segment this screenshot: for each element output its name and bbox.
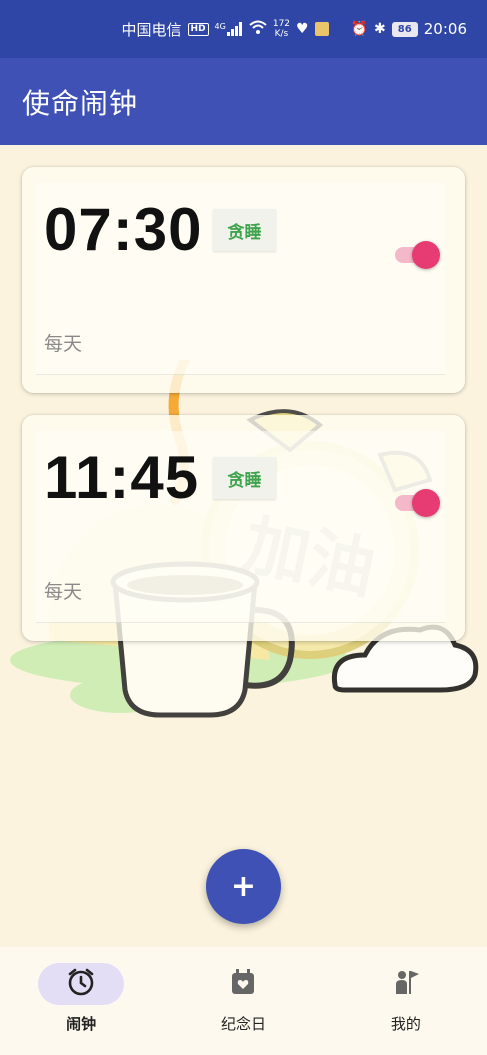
snooze-badge[interactable]: 贪睡	[213, 457, 276, 499]
alarm-repeat: 每天	[44, 581, 83, 603]
carrier-label: 中国电信	[121, 20, 182, 39]
page-title: 使命闹钟	[22, 86, 139, 120]
alarm-repeat: 每天	[44, 333, 83, 355]
network-speed: 172 K/s	[273, 19, 290, 39]
bottom-navigation: 闹钟 纪念日 我的	[0, 947, 487, 1055]
wifi-icon	[249, 20, 267, 38]
app-bar: 使命闹钟	[0, 58, 487, 145]
nav-item-anniversary[interactable]: 纪念日	[162, 947, 324, 1055]
nav-active-indicator	[38, 963, 125, 1005]
alarm-toggle[interactable]	[395, 240, 440, 270]
nav-item-alarm[interactable]: 闹钟	[0, 947, 162, 1055]
signal-icon: 4G	[215, 22, 243, 36]
app-notification-icon	[314, 22, 329, 36]
network-type: 4G	[214, 22, 226, 31]
status-bar: 中国电信 HD 4G 172 K/s ♥ ⏰ ✱ 86 20:06	[0, 0, 487, 58]
nav-label: 纪念日	[220, 1015, 266, 1033]
heart-check-icon: ♥	[296, 21, 309, 37]
nav-item-mine[interactable]: 我的	[325, 947, 487, 1055]
nav-label: 我的	[390, 1015, 421, 1033]
alarm-card[interactable]: 07:30 贪睡 每天	[22, 167, 465, 393]
toggle-thumb	[412, 489, 440, 517]
alarm-time: 07:30	[44, 196, 203, 263]
plus-icon: +	[230, 869, 257, 904]
speed-value: 172	[272, 19, 291, 29]
alarm-status-icon: ⏰	[350, 21, 369, 37]
alarm-time: 11:45	[44, 444, 200, 511]
clock: 20:06	[423, 20, 467, 38]
person-flag-icon	[392, 968, 420, 1000]
alarm-toggle[interactable]	[395, 488, 440, 518]
toggle-thumb	[412, 241, 440, 269]
nav-label: 闹钟	[66, 1015, 97, 1033]
alarm-card[interactable]: 11:45 贪睡 每天	[22, 415, 465, 641]
add-alarm-button[interactable]: +	[206, 849, 281, 924]
hd-badge: HD	[187, 22, 209, 36]
bluetooth-icon: ✱	[374, 21, 386, 37]
battery-indicator: 86	[391, 21, 418, 37]
alarm-clock-icon	[66, 967, 96, 1001]
snooze-badge[interactable]: 贪睡	[213, 209, 276, 251]
speed-unit: K/s	[274, 29, 289, 39]
calendar-heart-icon	[230, 968, 256, 1000]
